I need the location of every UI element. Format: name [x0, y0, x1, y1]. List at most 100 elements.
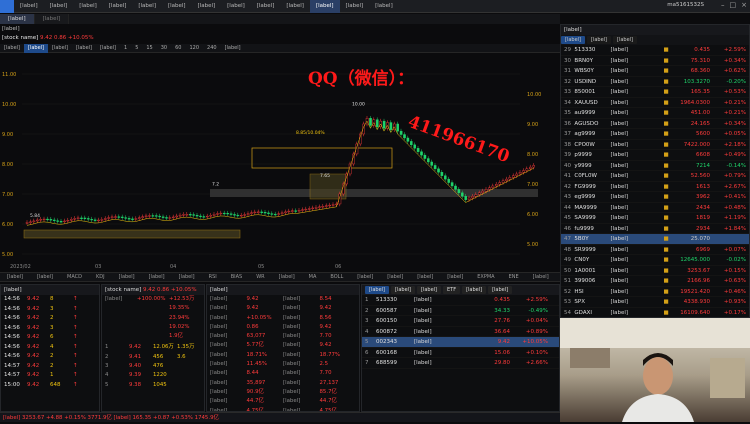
nav-item[interactable]: [label] [73, 0, 103, 13]
watchlist-row[interactable]: 29 513330 [label] ■ 0.435 +2.59% [561, 45, 749, 56]
period-button[interactable]: [label] [221, 44, 245, 53]
watchlist-row[interactable]: 46 fu9999 [label] ■ 2934 +1.84% [561, 224, 749, 234]
watchlist2-tab[interactable]: ETF [443, 286, 461, 294]
watchlist-row[interactable]: 51 399006 [label] ■ 2166.96 +0.63% [561, 276, 749, 287]
watchlist2-tab[interactable]: [label] [365, 286, 389, 294]
watchlist-row[interactable]: 36 AGUSDO [label] ■ 24.165 +0.34% [561, 119, 749, 129]
indicator-tab[interactable]: ENE [502, 272, 526, 282]
watchlist-row[interactable]: 32 USDIND [label] ■ 103.3270 -0.20% [561, 77, 749, 87]
watchlist-tab[interactable]: [label] [561, 36, 585, 44]
nav-item[interactable]: [label] [14, 0, 44, 13]
indicator-tab[interactable]: WR [249, 272, 271, 282]
watchlist-row[interactable]: 49 CN0Y [label] ■ 12645.000 -0.02% [561, 255, 749, 266]
indicator-tab[interactable]: [label] [526, 272, 556, 282]
indicator-tab[interactable]: MA [302, 272, 324, 282]
indicator-tab[interactable]: [label] [350, 272, 380, 282]
doc-tab-active[interactable]: [label] [0, 14, 35, 24]
nav-item[interactable]: [label] [44, 0, 74, 13]
watchlist-row[interactable]: 34 XAUUSD [label] ■ 1964.0300 +0.21% [561, 98, 749, 108]
row-index: 29 [564, 47, 571, 53]
watchlist-tab[interactable]: [label] [613, 36, 637, 44]
watchlist-row[interactable]: 30 BRN0Y [label] ■ 75.310 +0.34% [561, 56, 749, 66]
watchlist-row[interactable]: 31 WBS0Y [label] ■ 68.360 +0.62% [561, 66, 749, 77]
watchlist-row[interactable]: 47 5B0Y [label] ■ 25.070 [561, 234, 749, 245]
watchlist2-row[interactable]: 3 600150 [label] 27.76 +0.04% [362, 316, 559, 327]
indicator-tab[interactable]: BIAS [224, 272, 250, 282]
row-price: 4338.930 [683, 299, 710, 305]
watchlist2-tab[interactable]: [label] [462, 286, 487, 294]
watchlist-row[interactable]: 40 y9999 [label] ■ 7214 -0.14% [561, 161, 749, 171]
watchlist-row[interactable]: 39 p9999 [label] ■ 6608 +0.49% [561, 150, 749, 161]
nav-item[interactable]: [label] [309, 0, 340, 13]
watchlist2-tab[interactable]: [label] [417, 286, 441, 294]
close-icon[interactable]: × [741, 1, 747, 9]
indicator-tab[interactable]: [label] [172, 272, 202, 282]
indicator-tab[interactable]: EXPMA [470, 272, 501, 282]
period-button[interactable]: 120 [186, 44, 204, 53]
watchlist2-tab[interactable]: [label] [391, 286, 415, 294]
watchlist-row[interactable]: 45 SA9999 [label] ■ 1819 +1.19% [561, 213, 749, 224]
watchlist2-row[interactable]: 1 513330 [label] 0.435 +2.59% [362, 295, 559, 306]
period-button[interactable]: [label] [96, 44, 120, 53]
minimize-icon[interactable]: – [721, 1, 725, 9]
period-button[interactable]: [label] [0, 44, 24, 53]
period-button[interactable]: 15 [142, 44, 156, 53]
watchlist2-row[interactable]: 5 002343 [label] 9.42 +10.05% [362, 337, 559, 348]
watchlist2-row[interactable]: 4 600872 [label] 36.64 +0.89% [362, 327, 559, 337]
watchlist-row[interactable]: 53 SPX [label] ■ 4338.930 +0.93% [561, 297, 749, 308]
watchlist-tab[interactable]: [label] [587, 36, 611, 44]
candle-body [311, 207, 315, 209]
indicator-tab[interactable]: [label] [112, 272, 142, 282]
nav-item[interactable]: [label] [221, 0, 251, 13]
indicator-tab[interactable]: [label] [30, 272, 60, 282]
maximize-icon[interactable]: □ [730, 1, 737, 9]
trade-direction-icon: ↑ [73, 353, 78, 359]
indicator-tab[interactable]: [label] [272, 272, 302, 282]
watchlist-row[interactable]: 44 MA9999 [label] ■ 2434 +0.48% [561, 203, 749, 213]
indicator-tab[interactable]: [label] [380, 272, 410, 282]
watchlist-row[interactable]: 41 C0FL0W [label] ■ 52.560 +0.79% [561, 171, 749, 182]
watchlist-row[interactable]: 38 CPO0W [label] ■ 7422.000 +2.18% [561, 140, 749, 150]
nav-item[interactable]: [label] [280, 0, 310, 13]
watchlist-row[interactable]: 33 850001 [label] ■ 165.35 +0.53% [561, 87, 749, 98]
period-button[interactable]: 5 [131, 44, 142, 53]
period-button[interactable]: [label] [24, 43, 48, 53]
indicator-tab[interactable]: KDJ [89, 272, 112, 282]
period-button[interactable]: 240 [203, 44, 221, 53]
indicator-tab[interactable]: [label] [440, 272, 470, 282]
watchlist-row[interactable]: 43 eg9999 [label] ■ 3962 +0.41% [561, 192, 749, 203]
watchlist-row[interactable]: 35 au9999 [label] ■ 451.00 +0.21% [561, 108, 749, 119]
period-button[interactable]: [label] [72, 44, 96, 53]
watchlist-row[interactable]: 48 SR9999 [label] ■ 6969 +0.07% [561, 245, 749, 255]
nav-item[interactable]: [label] [340, 0, 370, 13]
nav-item[interactable]: [label] [132, 0, 162, 13]
watchlist-row[interactable]: 50 1A0001 [label] ■ 3253.67 +0.15% [561, 266, 749, 276]
period-button[interactable]: 60 [171, 44, 185, 53]
nav-item[interactable]: [label] [369, 0, 399, 13]
indicator-tab[interactable]: RSI [202, 272, 224, 282]
nav-item[interactable]: [label] [162, 0, 192, 13]
indicator-tab[interactable]: [label] [410, 272, 440, 282]
kline-chart[interactable]: 11.00 10.00 9.00 8.00 7.00 6.00 5.00 10.00 9.00 8… [0, 54, 560, 270]
nav-item[interactable]: [label] [103, 0, 133, 13]
watchlist2-row[interactable]: 7 688599 [label] 29.80 +2.66% [362, 358, 559, 369]
indicator-tab[interactable]: [label] [0, 272, 30, 282]
period-button[interactable]: 30 [157, 44, 171, 53]
watchlist-row[interactable]: 42 FG9999 [label] ■ 1613 +2.67% [561, 182, 749, 192]
nav-item[interactable]: [label] [192, 0, 222, 13]
period-button[interactable]: 1 [120, 44, 131, 53]
username[interactable]: ma5161532S [667, 2, 704, 8]
watchlist-row[interactable]: 54 GDAXI [label] ■ 16109.640 +0.17% [561, 308, 749, 318]
nav-item[interactable]: [label] [251, 0, 281, 13]
doc-tab[interactable]: [label] [34, 14, 70, 24]
row-change: -0.20% [726, 78, 746, 85]
watchlist2-row[interactable]: 2 600587 [label] 34.33 -0.49% [362, 306, 559, 316]
period-button[interactable]: [label] [48, 44, 72, 53]
watchlist-row[interactable]: 52 HSI [label] ■ 19521.420 +0.46% [561, 287, 749, 297]
indicator-tab[interactable]: MACD [60, 272, 89, 282]
watchlist-row[interactable]: 37 ag9999 [label] ■ 5600 +0.05% [561, 129, 749, 140]
indicator-tab[interactable]: BOLL [323, 272, 350, 282]
indicator-tab[interactable]: [label] [142, 272, 172, 282]
watchlist2-row[interactable]: 6 600168 [label] 15.06 +0.10% [362, 348, 559, 358]
watchlist2-tab[interactable]: [label] [488, 286, 513, 294]
